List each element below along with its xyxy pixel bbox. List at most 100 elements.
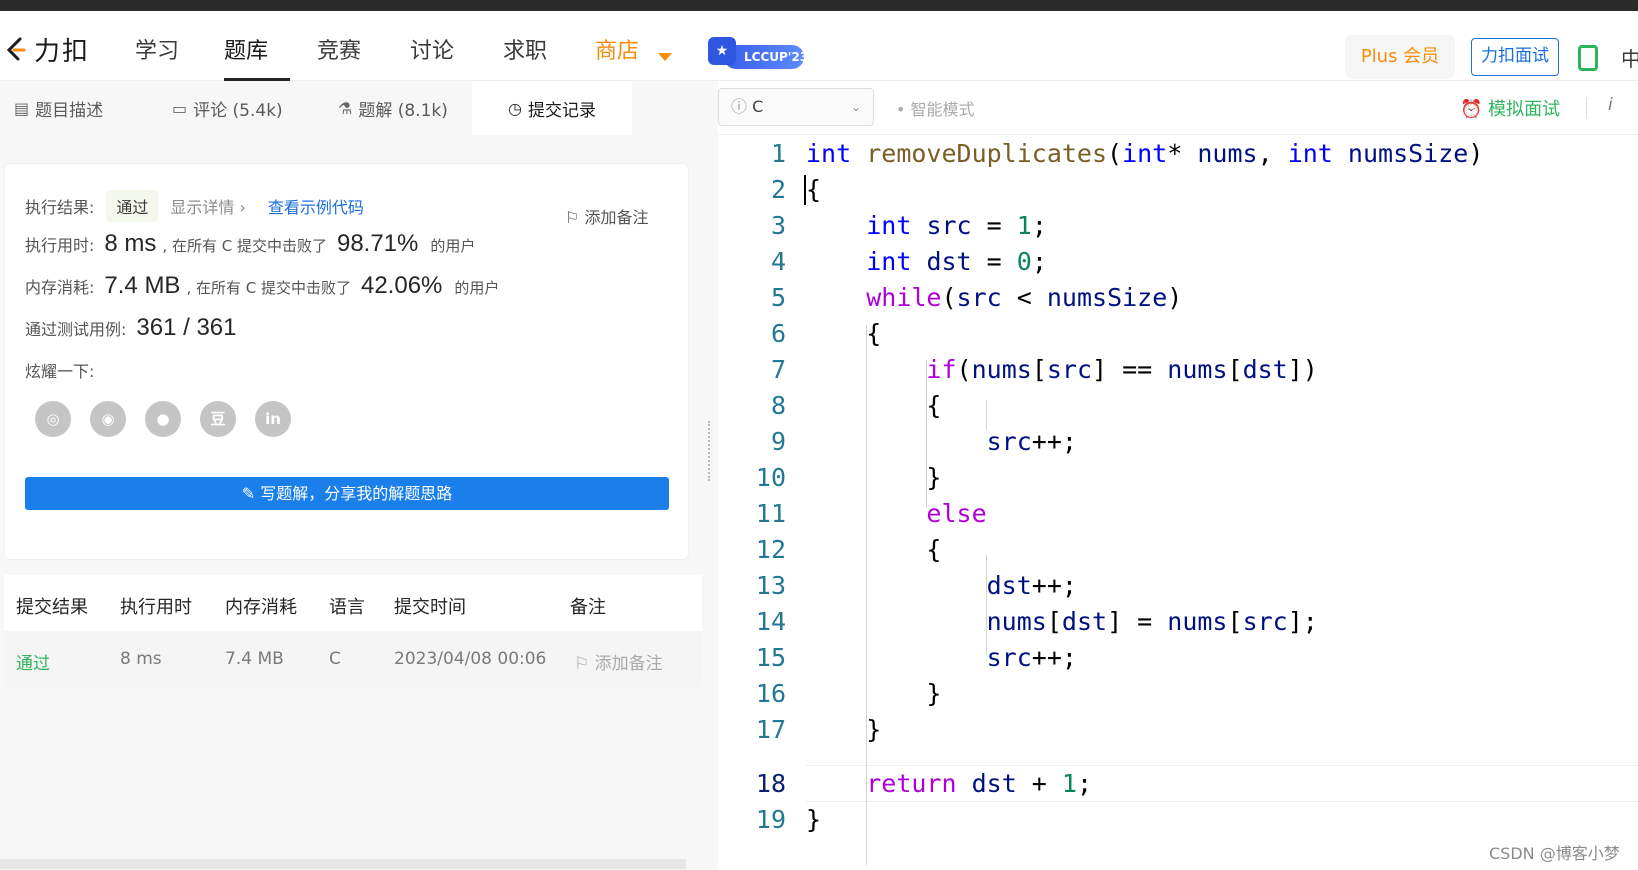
- tab-description[interactable]: ▤ 题目描述: [14, 81, 103, 135]
- tab-label: 提交记录: [527, 100, 596, 121]
- smart-mode-toggle[interactable]: • 智能模式: [896, 96, 975, 120]
- table-row[interactable]: 通过 8 ms 7.4 MB C 2023/04/08 00:06 ⚐ 添加备注: [4, 631, 702, 687]
- row-language: C: [329, 649, 341, 669]
- testcases-value: 361 / 361: [136, 314, 237, 341]
- nav-item-contest[interactable]: 竞赛: [317, 33, 361, 65]
- smart-mode-label: 智能模式: [910, 100, 975, 119]
- code-line: 13 dst++;: [755, 571, 1077, 600]
- tab-comments[interactable]: ▭ 评论 (5.4k): [172, 81, 283, 135]
- code-line: 12 {: [755, 535, 942, 564]
- row-add-note[interactable]: ⚐ 添加备注: [574, 649, 663, 674]
- row-memory: 7.4 MB: [225, 649, 284, 669]
- runtime-users-suffix: 的用户: [430, 237, 476, 255]
- runtime-value: 8 ms: [104, 230, 157, 257]
- row-note-label: 添加备注: [594, 654, 663, 674]
- code-line: 15 src++;: [755, 643, 1077, 672]
- memory-row: 内存消耗: 7.4 MB , 在所有 C 提交中击败了 42.06% 的用户: [25, 272, 499, 300]
- write-solution-label: 写题解，分享我的解题思路: [260, 484, 453, 503]
- col-header-language: 语言: [329, 597, 365, 618]
- info-circle-icon: ⓘ: [731, 97, 753, 116]
- lccup-label: LCCUP'23: [724, 45, 808, 69]
- panel-splitter[interactable]: [702, 81, 718, 870]
- nav-item-problems[interactable]: 题库: [224, 33, 268, 65]
- testcases-row: 通过测试用例: 361 / 361: [25, 314, 237, 342]
- document-icon: ▤: [14, 98, 30, 118]
- language-toggle[interactable]: 中: [1621, 43, 1638, 72]
- col-header-memory: 内存消耗: [225, 597, 297, 618]
- logo[interactable]: 力扣: [2, 31, 90, 67]
- mobile-app-icon[interactable]: [1578, 45, 1598, 71]
- flask-icon: ⚗: [338, 98, 353, 118]
- flag-icon: ⚐: [574, 654, 595, 674]
- nav-item-jobs[interactable]: 求职: [503, 33, 547, 65]
- dot-icon: •: [896, 100, 911, 119]
- submissions-table: 提交结果 执行用时 内存消耗 语言 提交时间 备注 通过 8 ms 7.4 MB…: [4, 575, 702, 687]
- alarm-clock-icon: ⏰: [1460, 99, 1489, 120]
- testcases-label: 通过测试用例:: [25, 320, 127, 339]
- leetcode-interview-button[interactable]: 力扣面试: [1471, 38, 1559, 76]
- wechat-icon[interactable]: ◎: [35, 401, 71, 437]
- drag-handle-icon: [708, 421, 710, 481]
- share-icons: ◎ ◉ ● 豆 in: [35, 401, 310, 437]
- caret-down-icon[interactable]: [658, 53, 672, 61]
- window-top-strip: [0, 0, 1638, 11]
- lccup-banner[interactable]: LCCUP'23 ★: [708, 35, 808, 71]
- toolbar-divider: [1586, 97, 1587, 119]
- comment-icon: ▭: [172, 98, 188, 118]
- info-button[interactable]: i: [1608, 95, 1613, 115]
- code-line: 18 return dst + 1;: [755, 769, 1093, 798]
- left-panel: 执行结果: 通过 显示详情 › 查看示例代码 ⚐ 添加备注 执行用时: 8 ms…: [0, 135, 702, 870]
- editor-toolbar: ⓘ C ⌄ • 智能模式 ⏰ 模拟面试 i: [718, 81, 1638, 135]
- example-code-link[interactable]: 查看示例代码: [268, 194, 364, 218]
- code-line: 8 {: [770, 391, 942, 420]
- flag-icon: ⚐: [565, 208, 585, 227]
- tab-submissions[interactable]: ◷ 提交记录: [472, 81, 632, 135]
- mock-interview-button[interactable]: ⏰ 模拟面试: [1460, 95, 1560, 121]
- code-line: 14 nums[dst] = nums[src];: [755, 607, 1318, 636]
- row-submitted-time: 2023/04/08 00:06: [394, 649, 547, 669]
- code-line: 6 {: [770, 319, 882, 348]
- weibo-icon[interactable]: ◉: [90, 401, 126, 437]
- runtime-label: 执行用时:: [25, 236, 95, 255]
- status-badge: 通过: [106, 190, 159, 222]
- code-line: 11 else: [755, 499, 987, 528]
- qq-icon[interactable]: ●: [145, 401, 181, 437]
- language-select[interactable]: ⓘ C ⌄: [718, 88, 874, 126]
- text-cursor: [804, 175, 806, 205]
- chevron-down-icon: ⌄: [850, 100, 861, 114]
- col-header-note: 备注: [570, 597, 606, 618]
- exec-result-row: 执行结果: 通过 显示详情 › 查看示例代码: [25, 190, 364, 222]
- add-note-label: 添加备注: [584, 208, 649, 227]
- row-runtime: 8 ms: [120, 649, 162, 669]
- runtime-text: , 在所有 C 提交中击败了: [162, 237, 327, 255]
- memory-text: , 在所有 C 提交中击败了: [186, 279, 351, 297]
- memory-users-suffix: 的用户: [454, 279, 500, 297]
- table-header: 提交结果 执行用时 内存消耗 语言 提交时间 备注: [4, 575, 702, 631]
- tab-label: 评论 (5.4k): [193, 100, 283, 121]
- code-line: 3 int src = 1;: [770, 211, 1047, 240]
- plus-membership-button[interactable]: Plus 会员: [1345, 35, 1455, 79]
- code-editor[interactable]: 1 int removeDuplicates(int* nums, int num…: [718, 135, 1638, 870]
- add-note-button[interactable]: ⚐ 添加备注: [565, 204, 648, 228]
- horizontal-scrollbar[interactable]: [0, 859, 686, 869]
- row-status[interactable]: 通过: [16, 649, 50, 674]
- watermark: CSDN @博客小梦: [1489, 844, 1620, 863]
- code-line: 16 }: [755, 679, 942, 708]
- memory-label: 内存消耗:: [25, 278, 95, 297]
- nav-item-store[interactable]: 商店: [595, 33, 639, 65]
- share-label: 炫耀一下:: [25, 362, 95, 381]
- tab-solutions[interactable]: ⚗ 题解 (8.1k): [338, 81, 448, 135]
- write-solution-button[interactable]: ✎ 写题解，分享我的解题思路: [25, 477, 669, 510]
- runtime-percentile: 98.71%: [336, 230, 419, 257]
- nav-item-learn[interactable]: 学习: [135, 33, 179, 65]
- nav-item-discuss[interactable]: 讨论: [410, 33, 454, 65]
- code-line: 5 while(src < numsSize): [770, 283, 1183, 312]
- share-label-row: 炫耀一下:: [25, 358, 94, 382]
- col-header-runtime: 执行用时: [120, 597, 192, 618]
- clock-icon: ◷: [508, 98, 522, 118]
- linkedin-icon[interactable]: in: [255, 401, 291, 437]
- trophy-icon: ★: [708, 37, 736, 65]
- douban-icon[interactable]: 豆: [200, 401, 236, 437]
- show-details-link[interactable]: 显示详情 ›: [170, 194, 246, 218]
- exec-result-label: 执行结果:: [25, 198, 95, 217]
